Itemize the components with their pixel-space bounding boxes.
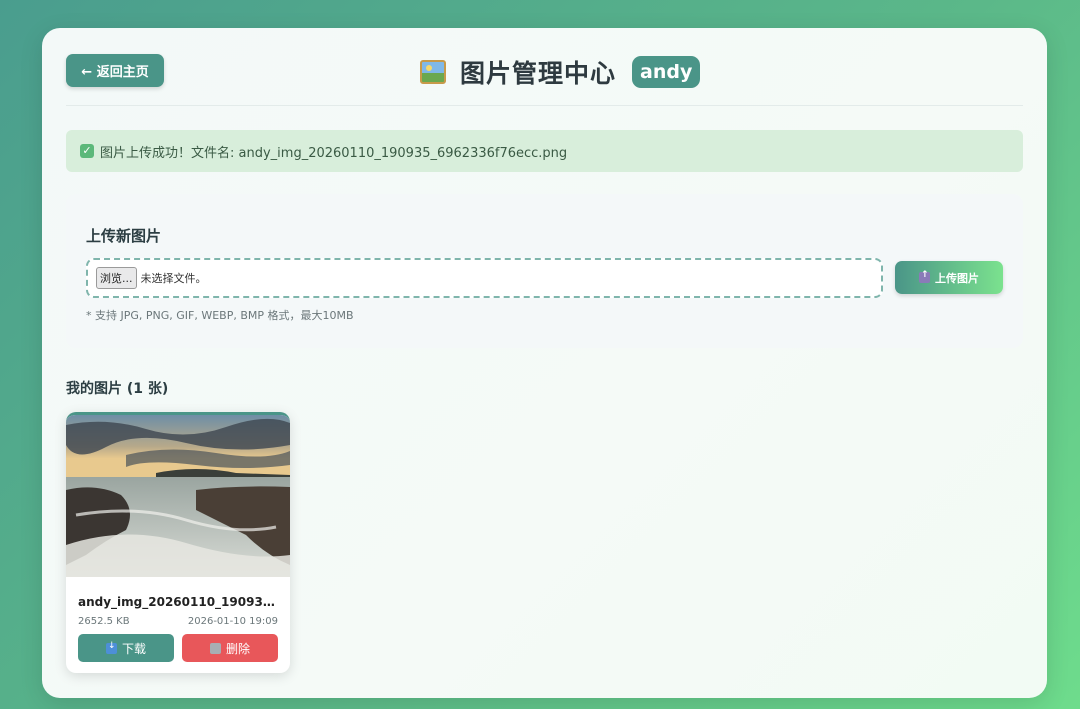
upload-section: 上传新图片 浏览... 未选择文件。 上传图片 * 支持 JPG, PNG, G…	[66, 194, 1023, 348]
gallery-title: 我的图片 (1 张)	[66, 381, 169, 397]
page-title: 图片管理中心	[460, 59, 617, 88]
image-file-name: andy_img_20260110_190935_6962336f76ecc.p…	[78, 595, 278, 609]
download-icon	[105, 641, 117, 654]
image-date: 2026-01-10 19:09	[187, 616, 278, 627]
delete-button[interactable]: 删除	[182, 634, 278, 662]
image-thumbnail[interactable]	[66, 415, 290, 577]
main-panel: ← 返回主页 图片管理中心 andy ✓ 图片上传成功！文件名: andy_im…	[42, 28, 1047, 698]
upload-icon	[919, 270, 930, 283]
header-divider	[66, 105, 1023, 106]
framed-picture-icon	[420, 60, 446, 84]
delete-label: 删除	[225, 641, 250, 656]
file-input[interactable]: 浏览... 未选择文件。	[86, 258, 883, 298]
check-icon: ✓	[80, 144, 94, 158]
no-file-text: 未选择文件。	[140, 272, 207, 285]
alert-message: 图片上传成功！文件名: andy_img_20260110_190935_696…	[100, 145, 568, 161]
back-home-button[interactable]: ← 返回主页	[66, 54, 164, 87]
upload-title: 上传新图片	[86, 227, 162, 245]
success-alert: ✓ 图片上传成功！文件名: andy_img_20260110_190935_6…	[66, 130, 1023, 172]
download-label: 下载	[121, 641, 146, 656]
page-header: 图片管理中心 andy	[420, 54, 701, 90]
upload-button-label: 上传图片	[935, 271, 979, 285]
upload-hint: * 支持 JPG, PNG, GIF, WEBP, BMP 格式，最大10MB	[86, 309, 354, 322]
download-button[interactable]: 下载	[78, 634, 174, 662]
trash-icon	[209, 642, 221, 654]
username-badge: andy	[632, 56, 701, 88]
upload-button[interactable]: 上传图片	[895, 261, 1003, 294]
image-card: andy_img_20260110_190935_6962336f76ecc.p…	[66, 412, 290, 673]
browse-button[interactable]: 浏览...	[96, 267, 137, 289]
image-size: 2652.5 KB	[78, 616, 130, 627]
